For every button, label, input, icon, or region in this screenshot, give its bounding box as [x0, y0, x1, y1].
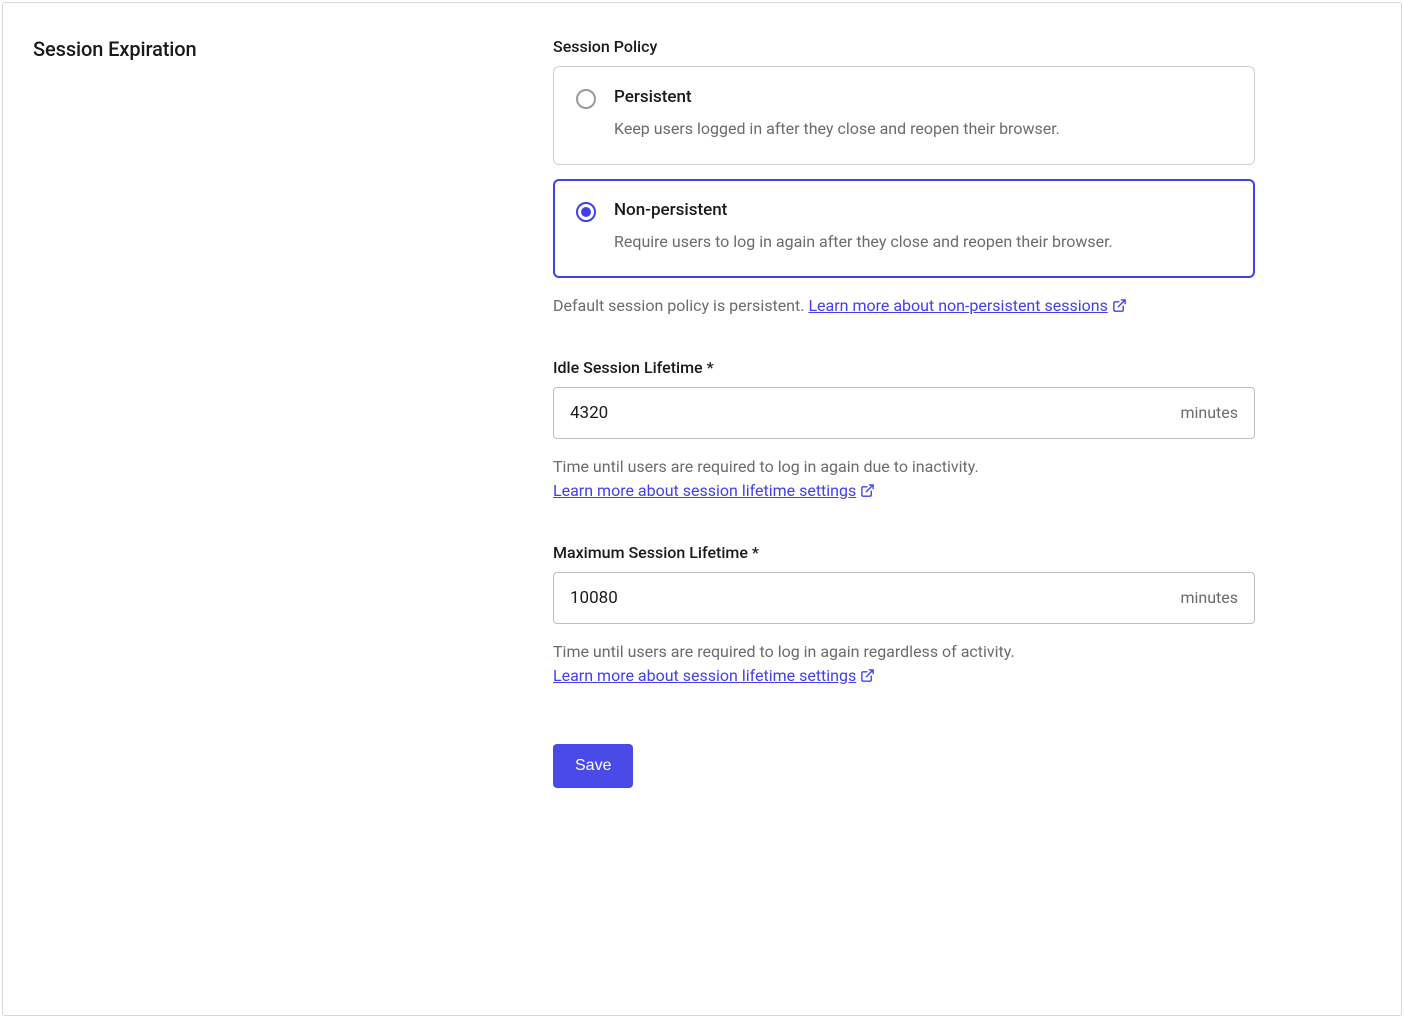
- external-link-icon: [1112, 296, 1127, 311]
- maximum-session-lifetime-label: Maximum Session Lifetime: [553, 543, 1255, 562]
- maximum-session-lifetime-field[interactable]: minutes: [553, 572, 1255, 624]
- max-helper: Time until users are required to log in …: [553, 640, 1255, 688]
- maximum-session-lifetime-input[interactable]: [570, 588, 1180, 608]
- session-policy-label: Session Policy: [553, 37, 1255, 56]
- radio-option-non-persistent[interactable]: Non-persistent Require users to log in a…: [553, 179, 1255, 278]
- idle-helper: Time until users are required to log in …: [553, 455, 1255, 503]
- save-button[interactable]: Save: [553, 744, 633, 788]
- idle-session-lifetime-label: Idle Session Lifetime: [553, 358, 1255, 377]
- session-policy-helper: Default session policy is persistent. Le…: [553, 294, 1255, 318]
- minutes-suffix: minutes: [1180, 588, 1238, 607]
- helper-text: Time until users are required to log in …: [553, 642, 1015, 661]
- learn-more-session-lifetime-link[interactable]: Learn more about session lifetime settin…: [553, 481, 875, 500]
- session-policy-radio-group: Persistent Keep users logged in after th…: [553, 66, 1255, 278]
- section-title: Session Expiration: [33, 37, 513, 61]
- idle-session-lifetime-input[interactable]: [570, 403, 1180, 423]
- radio-checked-icon: [576, 202, 596, 222]
- radio-option-desc: Keep users logged in after they close an…: [614, 117, 1232, 142]
- radio-unchecked-icon: [576, 89, 596, 109]
- session-expiration-panel: Session Expiration Session Policy Persis…: [2, 2, 1402, 1016]
- radio-option-title: Non-persistent: [614, 200, 1232, 220]
- radio-option-desc: Require users to log in again after they…: [614, 230, 1232, 255]
- idle-session-lifetime-field[interactable]: minutes: [553, 387, 1255, 439]
- external-link-icon: [860, 666, 875, 681]
- external-link-icon: [860, 481, 875, 496]
- helper-text: Time until users are required to log in …: [553, 457, 979, 476]
- learn-more-session-lifetime-link[interactable]: Learn more about session lifetime settin…: [553, 666, 875, 685]
- learn-more-non-persistent-link[interactable]: Learn more about non-persistent sessions: [808, 296, 1126, 315]
- helper-text: Default session policy is persistent.: [553, 296, 808, 315]
- minutes-suffix: minutes: [1180, 403, 1238, 422]
- radio-option-title: Persistent: [614, 87, 1232, 107]
- radio-option-persistent[interactable]: Persistent Keep users logged in after th…: [553, 66, 1255, 165]
